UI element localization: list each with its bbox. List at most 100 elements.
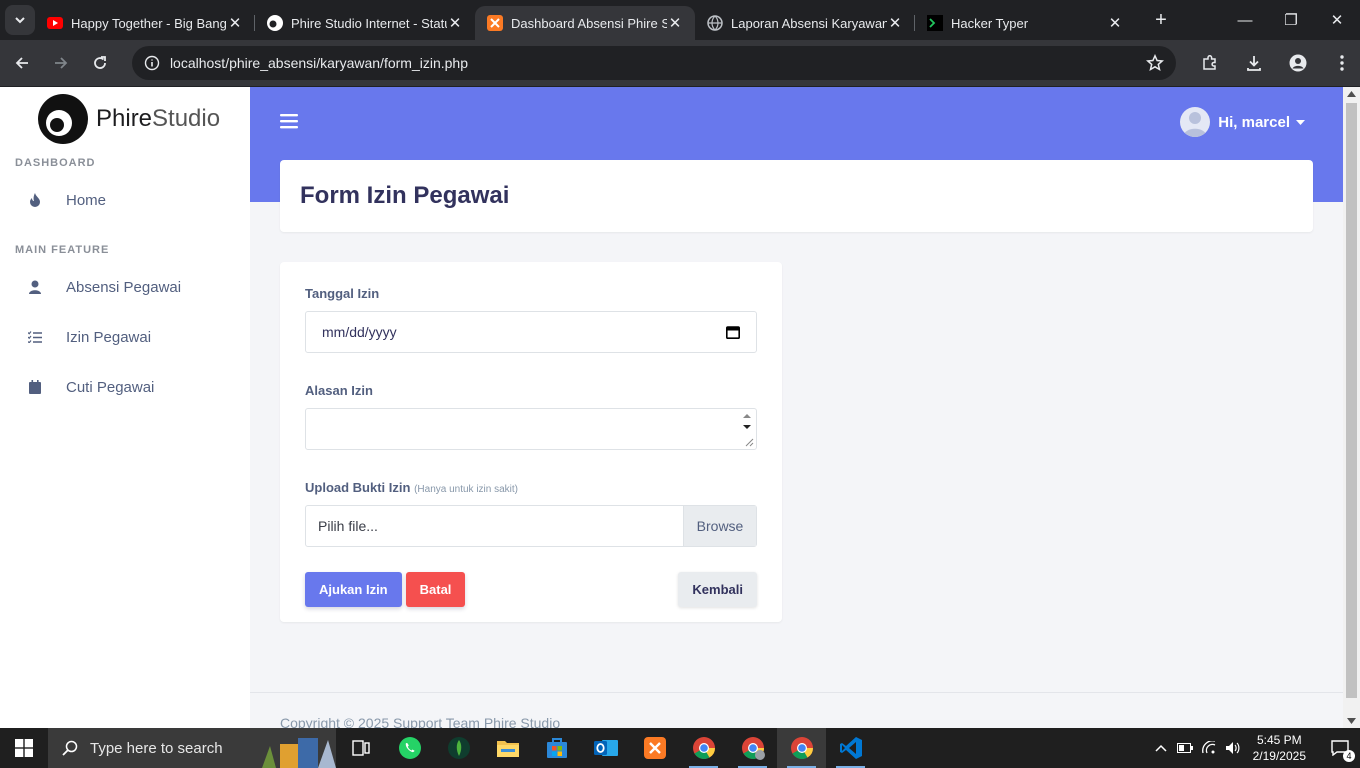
clock-date: 2/19/2025 xyxy=(1252,749,1306,763)
store-app[interactable] xyxy=(532,728,581,768)
vscode-icon xyxy=(839,737,862,759)
browser-tab[interactable]: Laporan Absensi Karyawan ( ✕ xyxy=(695,6,915,40)
extensions-button[interactable] xyxy=(1192,45,1228,81)
taskbar-search[interactable]: Type here to search xyxy=(48,728,336,768)
globe-icon xyxy=(707,15,723,31)
page-viewport: PhireStudio DASHBOARD Home MAIN FEATURE … xyxy=(0,87,1343,728)
download-button[interactable] xyxy=(1236,45,1272,81)
whatsapp-app[interactable] xyxy=(385,728,434,768)
xampp-app[interactable] xyxy=(630,728,679,768)
sidebar-item-izin[interactable]: Izin Pegawai xyxy=(0,312,250,362)
battery-icon xyxy=(1176,743,1193,753)
scroll-down-icon[interactable] xyxy=(1347,718,1356,724)
close-icon[interactable]: ✕ xyxy=(447,14,463,32)
main-content: Hi, marcel Form Izin Pegawai Tanggal Izi… xyxy=(250,87,1343,728)
page-scrollbar[interactable] xyxy=(1343,87,1360,728)
sidebar: PhireStudio DASHBOARD Home MAIN FEATURE … xyxy=(0,87,250,728)
file-input[interactable]: Pilih file... Browse xyxy=(305,505,757,547)
browser-tab[interactable]: Happy Together - Big Bang [ ✕ xyxy=(35,6,255,40)
calendar-picker-icon[interactable] xyxy=(726,325,740,339)
close-icon[interactable]: ✕ xyxy=(887,14,903,32)
info-icon xyxy=(144,55,160,71)
start-button[interactable] xyxy=(0,728,48,768)
scrollbar-thumb[interactable] xyxy=(1346,103,1357,698)
search-icon xyxy=(62,740,78,756)
date-input[interactable]: mm/dd/yyyy xyxy=(305,311,757,353)
avatar xyxy=(1180,107,1211,137)
chrome-profile-app[interactable] xyxy=(728,728,777,768)
reason-textarea[interactable] xyxy=(305,408,757,450)
tab-title: Hacker Typer xyxy=(951,15,1029,31)
back-button[interactable] xyxy=(4,45,39,81)
close-icon[interactable]: ✕ xyxy=(1107,14,1123,32)
mongodb-icon xyxy=(447,737,470,759)
close-icon[interactable]: ✕ xyxy=(227,14,243,32)
browser-tab-active[interactable]: Dashboard Absensi Phire Stu ✕ xyxy=(475,6,695,40)
vscode-app[interactable] xyxy=(826,728,875,768)
chrome-active-app[interactable] xyxy=(777,728,826,768)
file-explorer-app[interactable] xyxy=(483,728,532,768)
address-bar[interactable]: localhost/phire_absensi/karyawan/form_iz… xyxy=(131,46,1176,80)
tab-search-button[interactable] xyxy=(5,5,35,35)
phire-logo-icon xyxy=(38,94,88,144)
user-menu[interactable]: Hi, marcel xyxy=(1180,107,1305,137)
sidebar-toggle-button[interactable] xyxy=(280,113,298,129)
mongodb-app[interactable] xyxy=(434,728,483,768)
sidebar-item-absensi[interactable]: Absensi Pegawai xyxy=(0,262,250,312)
upload-label-text: Upload Bukti Izin xyxy=(305,480,411,495)
volume-icon xyxy=(1225,742,1240,754)
calendar-icon xyxy=(28,380,42,394)
date-label: Tanggal Izin xyxy=(305,286,380,301)
tab-title: Dashboard Absensi Phire Stu xyxy=(511,15,667,31)
browser-tab[interactable]: Hacker Typer ✕ xyxy=(915,6,1135,40)
minimize-button[interactable]: — xyxy=(1222,0,1268,40)
browse-button[interactable]: Browse xyxy=(683,506,756,546)
sidebar-item-home[interactable]: Home xyxy=(0,175,250,225)
menu-button[interactable] xyxy=(1324,45,1360,81)
new-tab-button[interactable]: + xyxy=(1147,6,1175,34)
submit-button[interactable]: Ajukan Izin xyxy=(305,572,402,607)
xampp-icon xyxy=(487,15,503,31)
profile-button[interactable] xyxy=(1280,45,1316,81)
reason-label: Alasan Izin xyxy=(305,383,373,398)
reload-button[interactable] xyxy=(83,45,118,81)
notification-center-button[interactable]: 4 xyxy=(1320,728,1360,768)
task-view-button[interactable] xyxy=(336,728,385,768)
arrow-left-icon xyxy=(15,57,28,69)
browser-tab[interactable]: Phire Studio Internet - Statu ✕ xyxy=(255,6,475,40)
show-hidden-icons-button[interactable] xyxy=(1149,728,1173,768)
textarea-scroll-arrows-icon xyxy=(743,414,754,447)
task-view-icon xyxy=(351,740,370,756)
phire-icon xyxy=(267,15,283,31)
scroll-up-icon[interactable] xyxy=(1347,91,1356,97)
notification-count: 4 xyxy=(1343,750,1355,762)
wifi-button[interactable] xyxy=(1197,728,1221,768)
back-button-page[interactable]: Kembali xyxy=(678,572,757,607)
star-icon[interactable] xyxy=(1146,54,1164,72)
battery-button[interactable] xyxy=(1173,728,1197,768)
upload-hint: (Hanya untuk izin sakit) xyxy=(414,484,519,495)
download-icon xyxy=(1247,56,1261,71)
forward-button[interactable] xyxy=(43,45,78,81)
brand-logo[interactable]: PhireStudio xyxy=(0,87,250,151)
chrome-profile-icon xyxy=(741,737,765,760)
terminal-icon xyxy=(927,15,943,31)
nav-section-dashboard: DASHBOARD xyxy=(15,157,96,169)
tab-title: Phire Studio Internet - Statu xyxy=(291,15,447,31)
chevron-down-icon xyxy=(15,17,25,24)
volume-button[interactable] xyxy=(1221,728,1245,768)
sidebar-item-label: Absensi Pegawai xyxy=(66,278,182,296)
outlook-app[interactable] xyxy=(581,728,630,768)
youtube-icon xyxy=(47,15,63,31)
cancel-button[interactable]: Batal xyxy=(405,572,466,607)
restore-button[interactable]: ❐ xyxy=(1268,0,1314,40)
taskbar-clock[interactable]: 5:45 PM 2/19/2025 xyxy=(1253,732,1306,764)
sidebar-item-cuti[interactable]: Cuti Pegawai xyxy=(0,362,250,412)
form-actions: Ajukan Izin Batal Kembali xyxy=(305,572,757,607)
user-icon xyxy=(28,280,42,294)
close-icon[interactable]: ✕ xyxy=(667,14,683,32)
wifi-icon xyxy=(1201,741,1215,754)
flame-icon xyxy=(28,193,42,207)
close-window-button[interactable]: ✕ xyxy=(1314,0,1360,40)
chrome-app[interactable] xyxy=(679,728,728,768)
